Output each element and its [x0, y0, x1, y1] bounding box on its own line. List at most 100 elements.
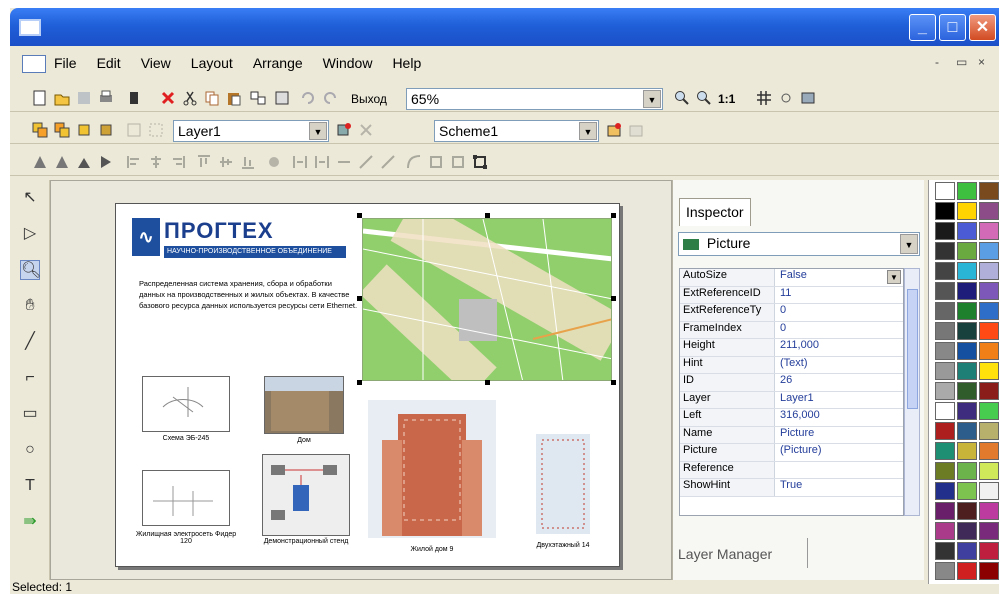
- property-value[interactable]: 0: [775, 322, 903, 339]
- node-select-icon[interactable]: ▷: [20, 224, 40, 244]
- rectangle-tool-icon[interactable]: ▭: [20, 404, 40, 424]
- layer-remove-icon[interactable]: [358, 122, 374, 138]
- color-swatch[interactable]: [979, 502, 999, 520]
- layer-properties-icon[interactable]: [336, 122, 352, 138]
- same-width-icon[interactable]: [336, 154, 352, 170]
- scrollbar-thumb[interactable]: [907, 289, 918, 409]
- color-swatch[interactable]: [957, 322, 977, 340]
- color-swatch[interactable]: [957, 562, 977, 580]
- property-scrollbar[interactable]: [904, 268, 920, 516]
- align-middle-icon[interactable]: [218, 154, 234, 170]
- mdi-close-button[interactable]: ×: [978, 55, 985, 69]
- resize-handle-e[interactable]: [611, 296, 616, 301]
- color-swatch[interactable]: [935, 222, 955, 240]
- curve-icon[interactable]: [406, 154, 422, 170]
- print-icon[interactable]: [98, 90, 114, 106]
- color-swatch[interactable]: [957, 462, 977, 480]
- property-value[interactable]: 11: [775, 287, 903, 304]
- flip-horizontal-icon[interactable]: [98, 154, 114, 170]
- object-select[interactable]: Picture ▼: [678, 232, 920, 256]
- thumbnail-house[interactable]: [264, 376, 344, 434]
- menu-edit[interactable]: Edit: [97, 55, 121, 71]
- color-swatch[interactable]: [935, 262, 955, 280]
- pan-hand-icon[interactable]: ✋︎: [20, 296, 40, 316]
- menu-window[interactable]: Window: [323, 55, 373, 71]
- properties-icon[interactable]: [126, 90, 142, 106]
- line-icon[interactable]: [358, 154, 374, 170]
- thumbnail-stand[interactable]: [262, 454, 350, 536]
- property-row[interactable]: Layer Layer1: [680, 391, 903, 409]
- document-icon[interactable]: [22, 55, 46, 73]
- close-button[interactable]: ✕: [969, 14, 996, 41]
- color-swatch[interactable]: [957, 202, 977, 220]
- delete-icon[interactable]: [160, 90, 176, 106]
- menu-arrange[interactable]: Arrange: [253, 55, 303, 71]
- color-swatch[interactable]: [957, 442, 977, 460]
- clone-icon[interactable]: [274, 90, 290, 106]
- property-row[interactable]: Hint (Text): [680, 356, 903, 374]
- flip-vertical-icon[interactable]: [76, 154, 92, 170]
- chevron-down-icon[interactable]: ▼: [887, 270, 901, 284]
- color-swatch[interactable]: [957, 262, 977, 280]
- property-row[interactable]: AutoSize False ▼: [680, 269, 903, 287]
- layer-select[interactable]: Layer1 ▼: [173, 120, 329, 142]
- color-swatch[interactable]: [935, 542, 955, 560]
- polyline-icon[interactable]: [380, 154, 396, 170]
- save-icon[interactable]: [76, 90, 92, 106]
- snap-icon[interactable]: [778, 90, 794, 106]
- property-row[interactable]: ExtReferenceID 11: [680, 286, 903, 304]
- color-swatch[interactable]: [935, 522, 955, 540]
- color-swatch[interactable]: [979, 562, 999, 580]
- ungroup-icon[interactable]: [148, 122, 164, 138]
- color-swatch[interactable]: [979, 542, 999, 560]
- property-row[interactable]: ID 26: [680, 374, 903, 392]
- property-value[interactable]: (Picture): [775, 444, 903, 461]
- color-swatch[interactable]: [979, 342, 999, 360]
- property-row[interactable]: ExtReferenceTy 0: [680, 304, 903, 322]
- color-swatch[interactable]: [979, 422, 999, 440]
- color-swatch[interactable]: [979, 382, 999, 400]
- rotate-right-icon[interactable]: [54, 154, 70, 170]
- color-swatch[interactable]: [957, 182, 977, 200]
- color-swatch[interactable]: [957, 382, 977, 400]
- property-row[interactable]: Height 211,000: [680, 339, 903, 357]
- property-value[interactable]: (Text): [775, 357, 903, 374]
- property-value[interactable]: 316,000: [775, 409, 903, 426]
- paste-icon[interactable]: [226, 90, 242, 106]
- group-icon[interactable]: [126, 122, 142, 138]
- property-row[interactable]: Left 316,000: [680, 409, 903, 427]
- space-horizontal-icon[interactable]: [292, 154, 308, 170]
- menu-file[interactable]: File: [54, 55, 77, 71]
- color-swatch[interactable]: [979, 362, 999, 380]
- chevron-down-icon[interactable]: ▼: [643, 90, 661, 108]
- tab-layer-manager[interactable]: Layer Manager: [678, 538, 808, 568]
- duplicate-icon[interactable]: [250, 90, 266, 106]
- color-swatch[interactable]: [935, 462, 955, 480]
- property-row[interactable]: FrameIndex 0: [680, 321, 903, 339]
- resize-handle-n[interactable]: [485, 213, 490, 218]
- new-icon[interactable]: [32, 90, 48, 106]
- color-swatch[interactable]: [979, 182, 999, 200]
- color-swatch[interactable]: [957, 402, 977, 420]
- color-swatch[interactable]: [935, 242, 955, 260]
- map-picture[interactable]: [362, 218, 612, 381]
- property-value[interactable]: 211,000: [775, 339, 903, 356]
- color-swatch[interactable]: [957, 542, 977, 560]
- align-right-icon[interactable]: [170, 154, 186, 170]
- scheme-select[interactable]: Scheme1 ▼: [434, 120, 599, 142]
- color-swatch[interactable]: [935, 502, 955, 520]
- text-tool-icon[interactable]: T: [20, 476, 40, 496]
- connect-icon[interactable]: [428, 154, 444, 170]
- resize-handle-sw[interactable]: [357, 380, 362, 385]
- line-tool-icon[interactable]: ╱: [20, 332, 40, 352]
- color-swatch[interactable]: [935, 282, 955, 300]
- scheme-add-icon[interactable]: [606, 122, 622, 138]
- property-value[interactable]: Layer1: [775, 392, 903, 409]
- property-value[interactable]: False ▼: [775, 269, 903, 286]
- color-swatch[interactable]: [979, 282, 999, 300]
- resize-handle-ne[interactable]: [611, 213, 616, 218]
- color-swatch[interactable]: [979, 402, 999, 420]
- building-image-1[interactable]: [368, 400, 496, 538]
- bring-forward-icon[interactable]: [76, 122, 92, 138]
- color-swatch[interactable]: [957, 522, 977, 540]
